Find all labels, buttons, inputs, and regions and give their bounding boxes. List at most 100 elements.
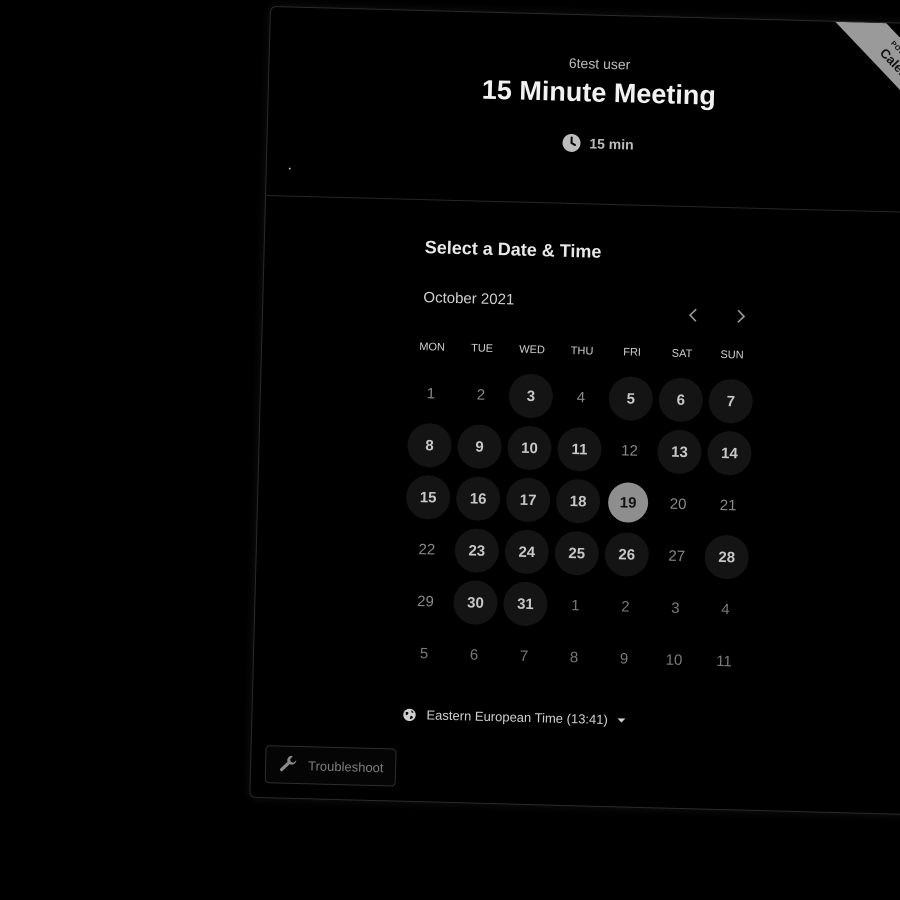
weekday-label: MON bbox=[419, 341, 446, 354]
day-label: 5 bbox=[419, 644, 429, 662]
day-cell: 26 bbox=[601, 528, 652, 581]
day-label: 20 bbox=[669, 495, 687, 513]
troubleshoot-button[interactable]: Troubleshoot bbox=[264, 745, 398, 787]
event-duration: 15 min bbox=[267, 125, 900, 162]
day-button[interactable]: 7 bbox=[708, 378, 754, 424]
day-cell: 5 bbox=[398, 627, 449, 680]
day-cell: 23 bbox=[451, 524, 502, 577]
booking-card: 6test user 15 Minute Meeting 15 min POWE… bbox=[249, 6, 900, 816]
selected-day-button[interactable]: 19 bbox=[607, 482, 649, 524]
day-button[interactable]: 26 bbox=[604, 531, 650, 578]
wrench-icon bbox=[278, 753, 299, 777]
day-button[interactable]: 28 bbox=[704, 534, 750, 580]
day-label: 4 bbox=[720, 600, 730, 618]
day-cell: 3 bbox=[650, 581, 701, 634]
day-button[interactable]: 24 bbox=[504, 529, 550, 575]
day-label: 29 bbox=[416, 592, 435, 610]
day-cell: 2 bbox=[455, 368, 506, 421]
day-cell: 19 bbox=[602, 476, 653, 529]
day-label: 6 bbox=[469, 645, 479, 664]
day-cell: 11 bbox=[554, 423, 605, 476]
day-button[interactable]: 15 bbox=[405, 474, 451, 520]
caret-down-icon bbox=[617, 717, 626, 723]
day-cell: 24 bbox=[501, 525, 552, 578]
day-cell: 10 bbox=[504, 421, 555, 474]
weekday-label: THU bbox=[570, 344, 594, 358]
day-label: 1 bbox=[426, 384, 436, 402]
day-label: 21 bbox=[719, 496, 737, 514]
day-cell: 13 bbox=[654, 425, 705, 478]
day-button[interactable]: 9 bbox=[456, 424, 503, 470]
day-button[interactable]: 17 bbox=[505, 477, 551, 523]
day-grid: 1 2 3 4 5 6 7 8 9 10 11 12 13 14 15 16 17 18 19 20 21 22 23 24 2… bbox=[398, 367, 756, 688]
day-cell: 25 bbox=[551, 527, 602, 580]
globe-icon bbox=[402, 707, 416, 721]
troubleshoot-label: Troubleshoot bbox=[307, 757, 384, 775]
weekday-label: SAT bbox=[671, 347, 693, 361]
powered-by-ribbon[interactable]: POWERED BY Calendly bbox=[828, 21, 900, 145]
day-button[interactable]: 31 bbox=[502, 581, 549, 627]
day-label: 22 bbox=[418, 540, 436, 559]
day-button[interactable]: 16 bbox=[455, 476, 501, 522]
day-cell: 4 bbox=[555, 371, 606, 424]
day-cell: 27 bbox=[651, 529, 702, 582]
day-button[interactable]: 10 bbox=[506, 425, 553, 471]
weekday-label: TUE bbox=[470, 342, 494, 355]
timezone-label: Eastern European Time (13:41) bbox=[426, 707, 609, 728]
day-button[interactable]: 30 bbox=[452, 580, 499, 626]
timezone-selector[interactable]: Eastern European Time (13:41) bbox=[402, 707, 626, 728]
calendar: MON TUE WED THU FRI SAT SUN 1 2 3 4 5 6 7 8 9 10 1… bbox=[398, 341, 757, 688]
day-cell: 4 bbox=[700, 582, 751, 635]
day-button[interactable]: 14 bbox=[706, 430, 753, 476]
ribbon-band: POWERED BY Calendly bbox=[828, 21, 900, 145]
month-label: October 2021 bbox=[423, 289, 515, 309]
day-cell: 8 bbox=[404, 419, 455, 472]
day-cell: 21 bbox=[702, 479, 753, 532]
day-label: 27 bbox=[668, 547, 686, 565]
day-cell: 7 bbox=[705, 375, 756, 428]
day-button[interactable]: 23 bbox=[454, 528, 500, 574]
day-button[interactable]: 8 bbox=[406, 422, 453, 468]
day-label: 9 bbox=[619, 649, 629, 668]
day-cell: 8 bbox=[548, 631, 599, 684]
day-label: 2 bbox=[621, 597, 630, 616]
day-cell: 7 bbox=[498, 629, 549, 682]
day-label: 11 bbox=[715, 652, 733, 670]
day-label: 10 bbox=[665, 651, 683, 669]
chevron-left-icon bbox=[688, 305, 699, 328]
weekday-header: MON TUE WED THU FRI SAT SUN bbox=[407, 341, 757, 370]
section-title: Select a Date & Time bbox=[424, 237, 602, 262]
day-label: 2 bbox=[476, 386, 486, 404]
day-button[interactable]: 5 bbox=[608, 376, 654, 422]
day-cell: 28 bbox=[701, 530, 752, 583]
day-label: 8 bbox=[569, 648, 579, 666]
page-background: 6test user 15 Minute Meeting 15 min POWE… bbox=[0, 0, 900, 900]
chevron-right-icon bbox=[736, 306, 747, 329]
day-cell: 17 bbox=[502, 473, 553, 526]
day-label: 1 bbox=[571, 596, 580, 614]
day-label: 7 bbox=[519, 647, 529, 665]
day-cell: 18 bbox=[552, 475, 603, 528]
day-cell: 29 bbox=[400, 575, 451, 628]
day-cell: 22 bbox=[401, 523, 452, 576]
day-cell: 11 bbox=[698, 634, 749, 687]
duration-label: 15 min bbox=[589, 135, 634, 153]
day-button[interactable]: 3 bbox=[508, 373, 554, 419]
day-button[interactable]: 6 bbox=[658, 377, 704, 423]
day-cell: 20 bbox=[652, 477, 703, 530]
day-cell: 1 bbox=[550, 579, 601, 632]
day-cell: 6 bbox=[448, 628, 499, 681]
previous-month-button[interactable] bbox=[681, 304, 706, 329]
next-month-button[interactable] bbox=[729, 305, 754, 330]
day-button[interactable]: 11 bbox=[556, 426, 603, 472]
day-cell: 5 bbox=[605, 372, 656, 425]
clock-icon bbox=[561, 133, 582, 154]
day-button[interactable]: 25 bbox=[554, 530, 600, 576]
day-cell: 31 bbox=[500, 577, 551, 630]
day-button[interactable]: 13 bbox=[656, 429, 703, 475]
day-cell: 2 bbox=[600, 580, 651, 633]
event-header: 6test user 15 Minute Meeting 15 min bbox=[266, 7, 900, 214]
header-dot bbox=[288, 167, 291, 170]
day-button[interactable]: 18 bbox=[555, 478, 601, 524]
day-cell: 3 bbox=[505, 369, 556, 422]
